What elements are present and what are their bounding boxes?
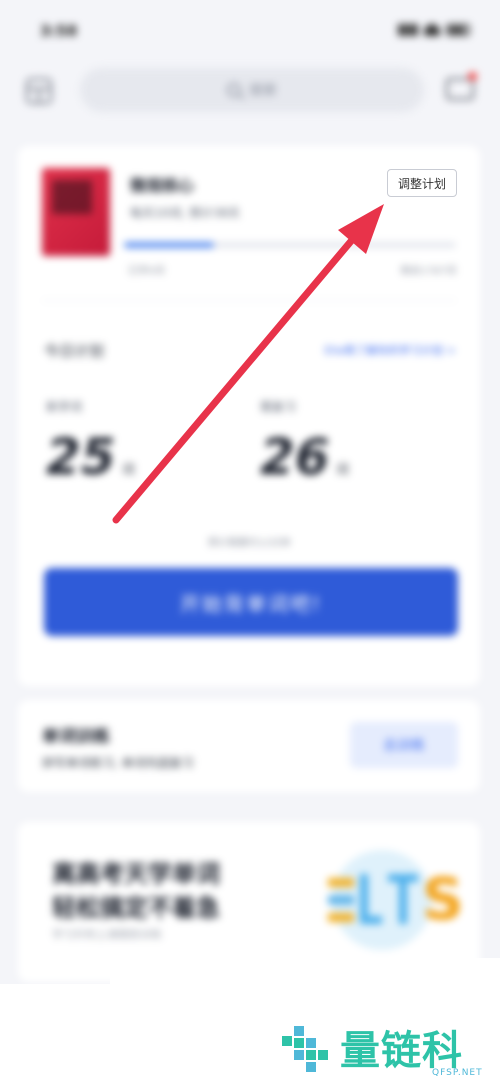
battery-icon — [446, 24, 470, 36]
review-words-value: 26 — [260, 428, 330, 486]
wifi-icon — [424, 24, 440, 36]
book-cover[interactable] — [42, 168, 110, 256]
training-subtitle: 拼写单词练习, 单词巩固复习 — [42, 756, 194, 770]
app-screen: 3:58 搜索 微观核心 每天10词, 预计38天 已学0词 剩余1787词 今… — [0, 0, 500, 1082]
training-card: 单词训练 拼写单词练习, 单词巩固复习 去训练 — [18, 700, 480, 792]
book-subtitle: 每天10词, 预计38天 — [130, 206, 241, 220]
status-icons — [398, 24, 470, 36]
top-bar: 搜索 — [0, 66, 500, 116]
review-words-label: 需复习 — [260, 400, 297, 414]
search-input[interactable]: 搜索 — [80, 68, 424, 112]
start-learning-button[interactable]: 开始背单词吧! — [44, 568, 458, 636]
progress-learned: 已学0词 — [128, 266, 165, 277]
new-words-unit: 词 — [121, 463, 135, 478]
go-training-button[interactable]: 去训练 — [350, 722, 458, 768]
bottom-blank — [110, 958, 500, 984]
adjust-plan-button[interactable]: 调整计划 — [387, 169, 457, 197]
plan-card: 微观核心 每天10词, 预计38天 已学0词 剩余1787词 今日计划 Ella… — [18, 146, 480, 686]
promo-headline-2: 轻松搞定不着急 — [52, 894, 220, 922]
today-plan-label: 今日计划 — [44, 342, 105, 360]
promo-headline-1: 离高考天学单词 — [52, 860, 220, 888]
signal-icon — [398, 24, 418, 36]
divider — [42, 300, 456, 301]
menu-grid-icon[interactable] — [26, 78, 52, 104]
new-words-label: 新学词 — [46, 400, 83, 414]
training-title: 单词训练 — [42, 727, 110, 747]
review-words-stat: 需复习 26 词 — [260, 398, 349, 486]
watermark-url: QFSP.NET — [432, 1068, 483, 1078]
search-icon — [227, 83, 241, 97]
new-words-value: 25 — [46, 428, 116, 486]
ielts-illustration: S — [316, 844, 464, 954]
book-progress-bar — [124, 242, 456, 248]
today-plan-link[interactable]: Ella等了解你的学习计划 > — [324, 342, 456, 358]
new-words-stat: 新学词 25 词 — [46, 398, 135, 486]
progress-remaining: 剩余1787词 — [400, 266, 456, 277]
status-time: 3:58 — [40, 22, 78, 40]
status-bar: 3:58 — [0, 0, 500, 64]
notification-dot — [468, 72, 477, 81]
promo-caption: 学习外附上课跟踪训练 — [52, 928, 162, 941]
book-title: 微观核心 — [130, 176, 195, 195]
search-placeholder: 搜索 — [249, 83, 277, 99]
time-estimate-note: 预计需要约12分钟 — [207, 538, 291, 549]
message-icon[interactable] — [446, 78, 474, 100]
book-progress-fill — [124, 242, 214, 248]
review-words-unit: 词 — [335, 463, 349, 478]
watermark-logo-icon — [282, 1026, 328, 1072]
